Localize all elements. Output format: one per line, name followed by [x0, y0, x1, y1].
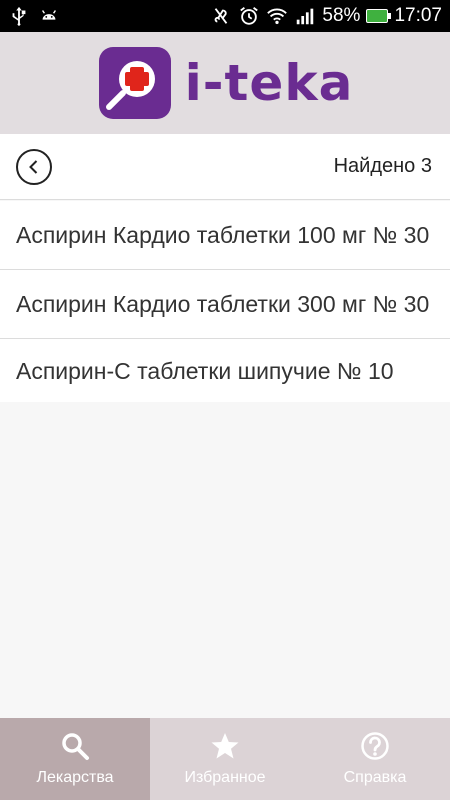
logo-text: i-teka	[184, 54, 354, 112]
android-icon	[42, 10, 56, 20]
logo: i-teka	[97, 45, 354, 121]
status-bar: 58% 17:07	[0, 0, 450, 32]
search-icon	[62, 733, 89, 760]
tab-medicines[interactable]: Лекарства	[0, 718, 150, 800]
signal-icon	[297, 8, 314, 25]
tab-help-label: Справка	[343, 769, 407, 786]
battery-icon	[366, 9, 392, 23]
clock: 17:07	[394, 5, 442, 26]
tab-favorites-label: Избранное	[184, 769, 266, 786]
app-header: i-teka	[0, 32, 450, 134]
usb-icon	[12, 6, 26, 26]
logo-icon	[98, 47, 171, 119]
result-item[interactable]: Аспирин Кардио таблетки 300 мг № 30	[0, 270, 450, 340]
tab-help[interactable]: Справка	[300, 718, 450, 800]
result-item[interactable]: Аспирин-С таблетки шипучие № 10	[0, 339, 450, 401]
mute-icon	[215, 8, 228, 24]
chevron-left-icon	[29, 159, 38, 174]
result-list: Аспирин Кардио таблетки 100 мг № 30 Аспи…	[0, 201, 450, 402]
alarm-icon	[240, 7, 259, 25]
star-icon	[211, 733, 239, 759]
results-count: Найдено 3	[333, 155, 432, 177]
tab-medicines-label: Лекарства	[36, 769, 114, 786]
battery-percent: 58%	[322, 5, 361, 26]
back-button[interactable]	[16, 148, 52, 185]
wifi-icon	[267, 8, 288, 25]
bottom-nav: Лекарства Избранное Справка	[0, 718, 450, 800]
tab-favorites[interactable]: Избранное	[150, 718, 300, 800]
result-item[interactable]: Аспирин Кардио таблетки 100 мг № 30	[0, 201, 450, 271]
results-bar: Найдено 3	[0, 134, 450, 200]
help-icon	[361, 732, 389, 760]
